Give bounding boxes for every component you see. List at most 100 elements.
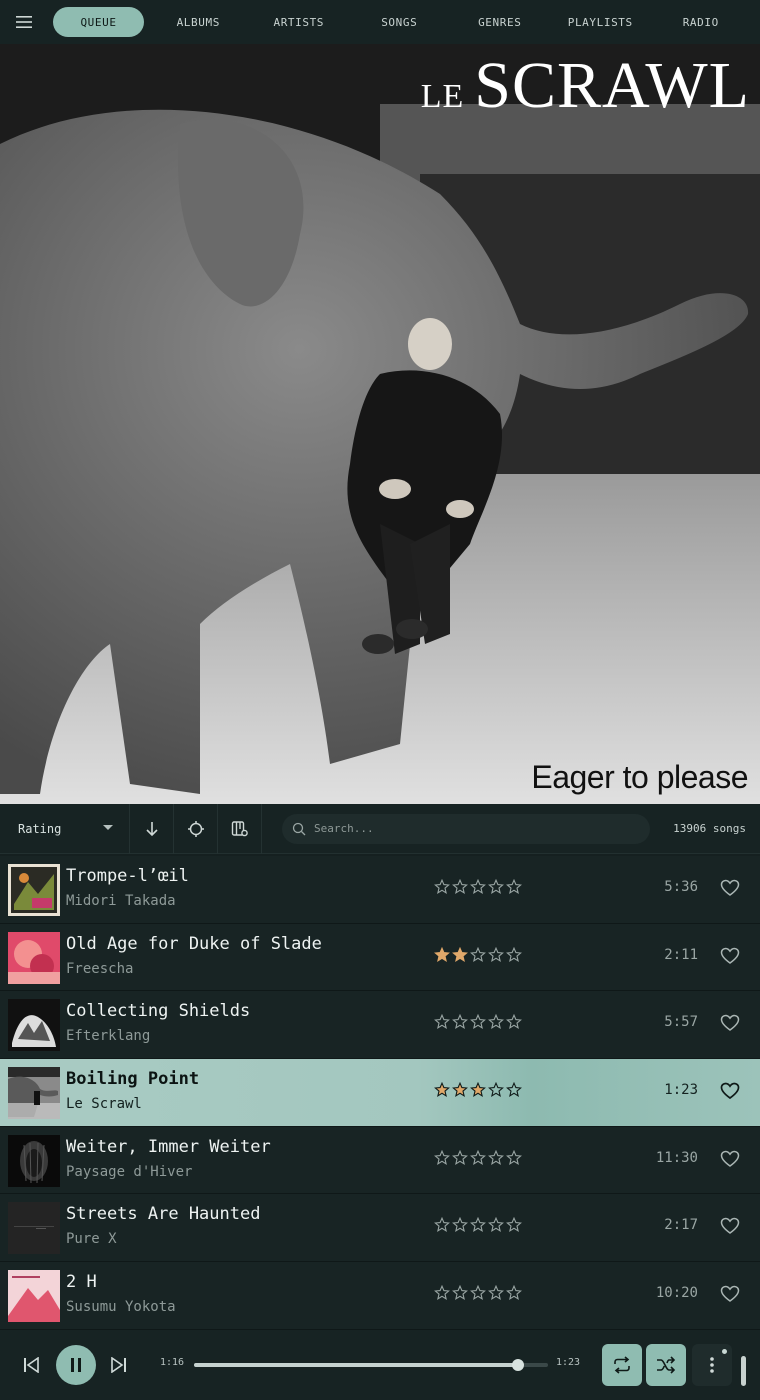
star-filled-icon[interactable] (434, 1082, 450, 1098)
pause-button[interactable] (56, 1345, 96, 1385)
star-filled-icon[interactable] (452, 946, 468, 963)
star-outline-icon[interactable] (434, 1285, 450, 1301)
star-outline-icon[interactable] (488, 879, 504, 895)
heart-icon[interactable] (720, 1284, 740, 1304)
queue-row[interactable]: Weiter, Immer Weiter Paysage d'Hiver 11:… (0, 1126, 760, 1195)
song-duration: 11:30 (655, 1149, 698, 1166)
next-button[interactable] (108, 1355, 130, 1375)
song-artist[interactable]: Efterklang (66, 1028, 150, 1044)
more-vertical-icon (710, 1357, 714, 1373)
star-outline-icon[interactable] (452, 1149, 468, 1166)
heart-icon[interactable] (720, 878, 740, 898)
star-outline-icon[interactable] (470, 879, 486, 895)
search-icon (292, 822, 306, 835)
heart-icon[interactable] (720, 1081, 740, 1101)
star-outline-icon[interactable] (452, 1014, 468, 1030)
star-outline-icon[interactable] (470, 1285, 486, 1301)
search-box[interactable] (282, 813, 650, 844)
album-thumbnail (8, 1270, 60, 1323)
song-title: Trompe-l’œil (66, 866, 189, 886)
star-outline-icon[interactable] (488, 1082, 504, 1098)
queue-row[interactable]: 2 H Susumu Yokota 10:20 (0, 1262, 760, 1330)
star-outline-icon[interactable] (470, 1149, 486, 1166)
repeat-button[interactable] (602, 1344, 642, 1386)
tab-artists[interactable]: ARTISTS (249, 7, 350, 37)
star-outline-icon[interactable] (488, 1014, 504, 1030)
star-outline-icon[interactable] (434, 1149, 450, 1166)
star-filled-icon[interactable] (434, 946, 450, 963)
queue-row-now-playing[interactable]: Boiling Point Le Scrawl 1:23 (0, 1059, 760, 1127)
star-outline-icon[interactable] (506, 1285, 522, 1301)
skip-next-icon (111, 1357, 126, 1373)
progress-bar[interactable] (194, 1359, 548, 1371)
repeat-icon (614, 1356, 630, 1374)
star-outline-icon[interactable] (506, 1014, 522, 1030)
star-outline-icon[interactable] (506, 1082, 522, 1098)
star-outline-icon[interactable] (506, 1149, 522, 1166)
tab-albums[interactable]: ALBUMS (148, 7, 249, 37)
star-outline-icon[interactable] (470, 1014, 486, 1030)
rating-stars[interactable] (434, 1285, 522, 1301)
shuffle-button[interactable] (646, 1344, 686, 1386)
shuffle-icon (657, 1356, 676, 1374)
heart-icon[interactable] (720, 946, 740, 966)
rating-stars[interactable] (434, 1149, 522, 1166)
tab-playlists[interactable]: PLAYLISTS (550, 7, 651, 37)
song-artist[interactable]: Pure X (66, 1231, 117, 1247)
volume-slider[interactable] (741, 1356, 746, 1386)
rating-stars[interactable] (434, 1014, 522, 1030)
star-filled-icon[interactable] (452, 1082, 468, 1098)
progress-fill (194, 1363, 519, 1367)
current-time: 1:16 (160, 1357, 185, 1368)
star-outline-icon[interactable] (488, 1217, 504, 1233)
star-outline-icon[interactable] (488, 1149, 504, 1166)
heart-icon[interactable] (720, 1013, 740, 1033)
song-artist[interactable]: Le Scrawl (66, 1096, 142, 1112)
star-outline-icon[interactable] (452, 1285, 468, 1301)
heart-icon[interactable] (720, 1149, 740, 1169)
rating-stars[interactable] (434, 1217, 522, 1233)
song-title: Weiter, Immer Weiter (66, 1136, 271, 1157)
queue-row[interactable]: Streets Are Haunted Pure X 2:17 (0, 1194, 760, 1263)
star-outline-icon[interactable] (506, 946, 522, 963)
search-input[interactable] (314, 822, 614, 835)
heart-icon[interactable] (720, 1216, 740, 1236)
star-outline-icon[interactable] (470, 1217, 486, 1233)
star-outline-icon[interactable] (434, 879, 450, 895)
star-outline-icon[interactable] (452, 879, 468, 895)
queue-list: Trompe-l’œil Midori Takada 5:36 Old Age … (0, 856, 760, 1330)
columns-settings-button[interactable] (218, 803, 262, 854)
previous-button[interactable] (20, 1355, 42, 1375)
tab-songs[interactable]: SONGS (349, 7, 450, 37)
progress-handle[interactable] (512, 1359, 525, 1371)
star-outline-icon[interactable] (470, 946, 486, 963)
star-outline-icon[interactable] (488, 946, 504, 963)
song-artist[interactable]: Midori Takada (66, 893, 176, 909)
sort-select[interactable]: Rating (0, 803, 130, 854)
rating-stars[interactable] (434, 946, 522, 963)
locate-current-button[interactable] (174, 803, 218, 854)
star-outline-icon[interactable] (434, 1014, 450, 1030)
star-outline-icon[interactable] (488, 1285, 504, 1301)
song-artist[interactable]: Freescha (66, 961, 133, 977)
queue-row[interactable]: Collecting Shields Efterklang 5:57 (0, 991, 760, 1060)
queue-row[interactable]: Old Age for Duke of Slade Freescha 2:11 (0, 923, 760, 992)
sort-direction-button[interactable] (130, 803, 174, 854)
rating-stars[interactable] (434, 1082, 522, 1098)
song-artist[interactable]: Paysage d'Hiver (66, 1164, 192, 1180)
song-title: Streets Are Haunted (66, 1204, 261, 1225)
star-outline-icon[interactable] (506, 1217, 522, 1233)
hamburger-icon[interactable] (0, 0, 48, 44)
tab-radio[interactable]: RADIO (651, 7, 752, 37)
tab-genres[interactable]: GENRES (450, 7, 551, 37)
album-art: LE SCRAWL Eager to please (0, 44, 760, 804)
star-outline-icon[interactable] (452, 1217, 468, 1233)
star-filled-icon[interactable] (470, 1082, 486, 1098)
tab-queue[interactable]: QUEUE (53, 7, 144, 37)
song-artist[interactable]: Susumu Yokota (66, 1299, 176, 1315)
star-outline-icon[interactable] (434, 1217, 450, 1233)
queue-row[interactable]: Trompe-l’œil Midori Takada 5:36 (0, 856, 760, 924)
rating-stars[interactable] (434, 879, 522, 895)
star-outline-icon[interactable] (506, 879, 522, 895)
album-thumbnail (8, 931, 60, 984)
